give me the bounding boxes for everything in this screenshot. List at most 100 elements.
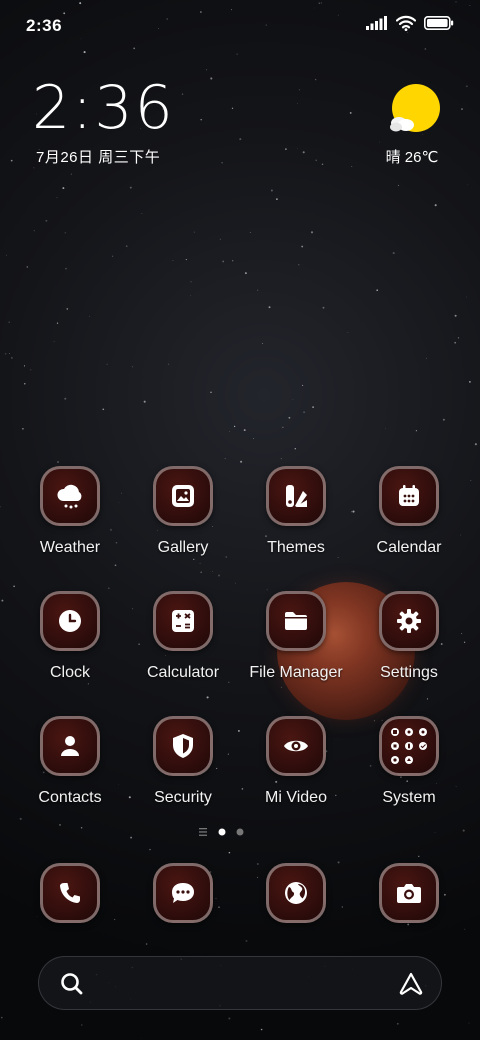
star xyxy=(131,366,134,368)
battery-icon xyxy=(424,16,454,30)
star xyxy=(233,425,236,428)
star xyxy=(58,823,62,826)
star xyxy=(302,384,304,386)
clock-widget-time[interactable]: 2:36 xyxy=(32,76,175,140)
star xyxy=(229,430,230,432)
star xyxy=(140,1038,142,1039)
star xyxy=(10,159,13,162)
star xyxy=(312,406,314,408)
star xyxy=(231,107,234,109)
app-gallery[interactable]: Gallery xyxy=(128,466,238,566)
search-icon[interactable] xyxy=(59,971,85,1002)
star xyxy=(461,108,463,110)
app-label: File Manager xyxy=(249,664,343,681)
app-folder-system[interactable]: System xyxy=(354,716,464,816)
app-mi-video[interactable]: Mi Video xyxy=(241,716,351,816)
app-calendar[interactable]: Calendar xyxy=(354,466,464,566)
app-themes[interactable]: Themes xyxy=(241,466,351,566)
star xyxy=(396,1022,399,1025)
app-label: Themes xyxy=(267,539,325,556)
star xyxy=(212,571,214,572)
star xyxy=(70,173,72,175)
star xyxy=(314,78,317,81)
star xyxy=(228,1017,231,1020)
themes-icon xyxy=(286,485,307,507)
dock-messages[interactable] xyxy=(128,863,238,927)
clock-widget-date[interactable]: 7月26日 周三下午 xyxy=(36,146,160,167)
star xyxy=(224,457,226,460)
star xyxy=(469,381,471,383)
star xyxy=(434,832,436,834)
app-weather[interactable]: Weather xyxy=(15,466,125,566)
star xyxy=(270,189,273,192)
app-settings[interactable]: Settings xyxy=(354,591,464,691)
star xyxy=(351,511,353,513)
star xyxy=(297,147,298,149)
star xyxy=(379,141,380,143)
star xyxy=(457,337,460,339)
star xyxy=(301,245,304,248)
star xyxy=(8,321,10,323)
status-icons xyxy=(366,15,454,31)
app-label: Weather xyxy=(39,539,101,556)
star xyxy=(253,438,254,439)
star xyxy=(0,1016,3,1019)
assistant-icon[interactable] xyxy=(397,970,425,1003)
star xyxy=(149,848,151,851)
star xyxy=(302,151,305,154)
app-security[interactable]: Security xyxy=(128,716,238,816)
dock-phone[interactable] xyxy=(15,863,125,927)
star xyxy=(268,306,271,309)
star xyxy=(112,255,114,257)
star xyxy=(89,315,90,317)
star xyxy=(465,85,468,88)
star xyxy=(285,148,287,150)
star xyxy=(376,289,379,292)
star xyxy=(298,89,301,91)
star xyxy=(181,93,184,95)
star xyxy=(62,187,65,190)
star xyxy=(0,506,1,508)
star xyxy=(297,103,298,104)
star xyxy=(11,357,13,359)
star xyxy=(1,599,4,602)
star xyxy=(392,252,395,255)
star xyxy=(442,418,445,421)
star xyxy=(474,443,477,446)
star xyxy=(64,397,67,400)
app-label: Calendar xyxy=(376,539,442,556)
star xyxy=(219,238,221,240)
star xyxy=(200,571,203,574)
weather-text: 晴 26℃ xyxy=(385,149,439,166)
page-indicator[interactable] xyxy=(198,828,244,836)
star xyxy=(185,259,187,261)
star xyxy=(322,306,325,309)
app-file-manager[interactable]: File Manager xyxy=(241,591,351,691)
star xyxy=(33,167,35,169)
star xyxy=(298,264,300,266)
app-calculator[interactable]: Calculator xyxy=(128,591,238,691)
app-contacts[interactable]: Contacts xyxy=(15,716,125,816)
star xyxy=(206,696,209,699)
app-label: Mi Video xyxy=(265,789,327,806)
star xyxy=(262,343,264,345)
star xyxy=(106,363,108,365)
star xyxy=(228,851,231,854)
star xyxy=(190,280,192,283)
calendar-icon xyxy=(399,485,419,506)
search-bar[interactable] xyxy=(38,956,442,1010)
star xyxy=(22,427,24,430)
page-dot-active xyxy=(218,828,226,836)
star xyxy=(466,296,468,298)
star xyxy=(282,426,284,428)
star xyxy=(260,1028,263,1031)
star xyxy=(19,817,22,820)
app-clock[interactable]: Clock xyxy=(15,591,125,691)
gallery-icon xyxy=(172,485,194,507)
star xyxy=(303,411,306,414)
star xyxy=(168,363,170,365)
dock-browser[interactable] xyxy=(241,863,351,927)
dock-camera[interactable] xyxy=(354,863,464,927)
star xyxy=(30,369,32,371)
star xyxy=(24,383,26,385)
